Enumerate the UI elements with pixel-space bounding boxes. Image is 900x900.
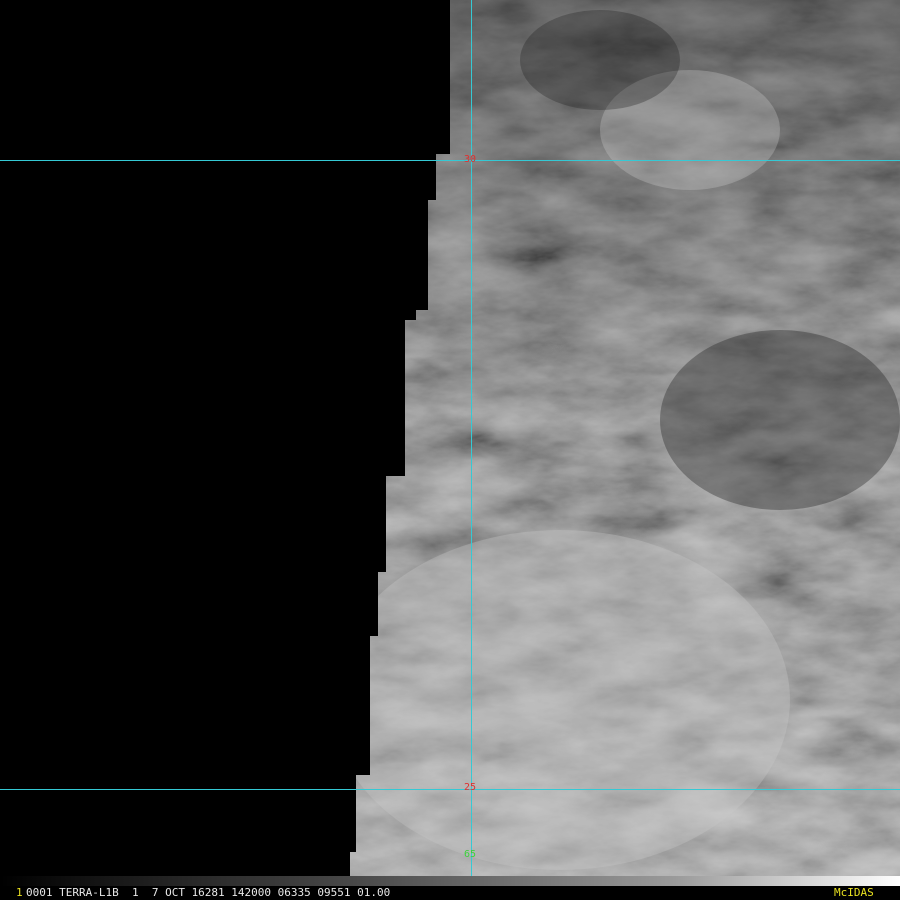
latitude-label-25: 25 — [464, 782, 477, 793]
mcidas-brand-label: McIDAS — [834, 886, 874, 899]
frame-number: 1 — [16, 886, 23, 899]
longitude-label-65: 65 — [464, 849, 477, 860]
image-metadata-text: 0001 TERRA-L1B 1 7 OCT 16281 142000 0633… — [26, 886, 391, 899]
latitude-label-30: 30 — [464, 154, 477, 165]
latitude-gridline-25 — [0, 789, 900, 790]
latitude-gridline-30 — [0, 160, 900, 161]
longitude-gridline-65 — [471, 0, 472, 876]
grayscale-color-bar — [0, 876, 900, 886]
satellite-cloud-imagery — [0, 0, 900, 876]
satellite-image-viewport: 30 25 65 — [0, 0, 900, 876]
